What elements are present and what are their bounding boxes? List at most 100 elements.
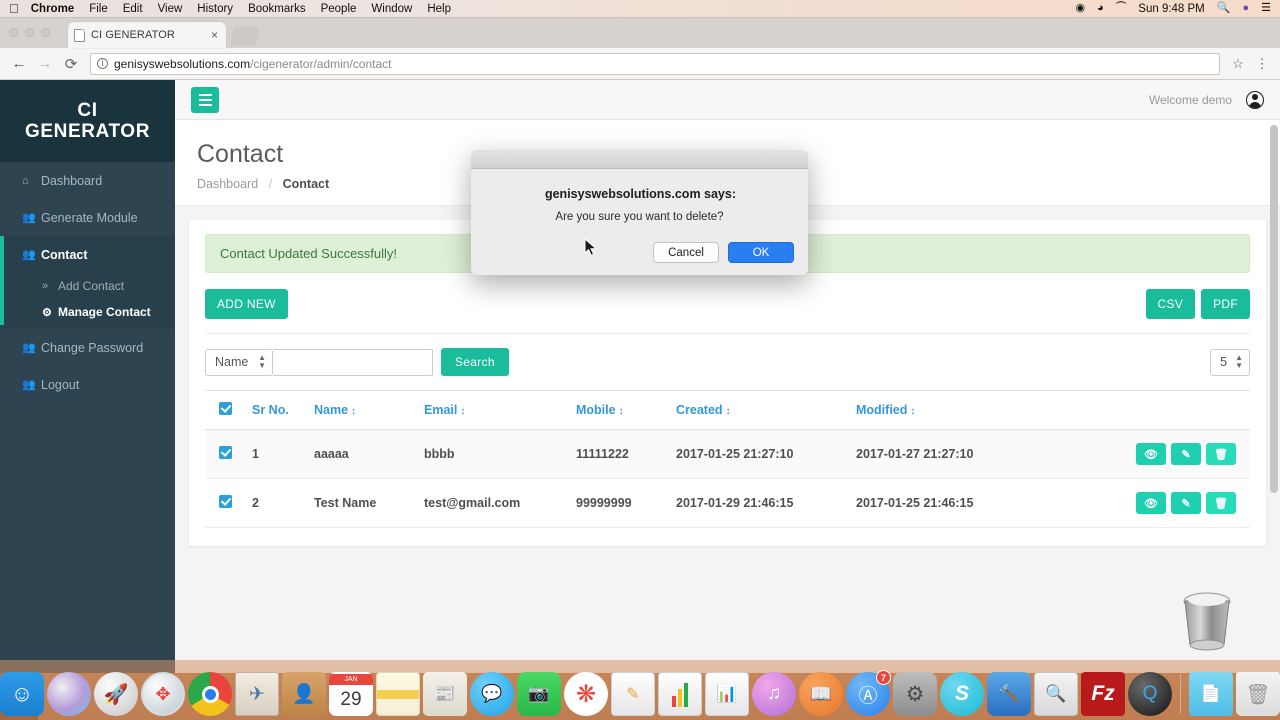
view-button[interactable]: 👁: [1136, 492, 1166, 514]
dock-item-filezilla[interactable]: Fz: [1081, 672, 1125, 716]
sort-icon[interactable]: ↕: [460, 406, 465, 417]
search-button[interactable]: Search: [441, 348, 509, 376]
dock-item-safari[interactable]: ✥: [141, 672, 185, 716]
menu-item-history[interactable]: History: [197, 3, 233, 15]
dock-item-chrome[interactable]: [188, 672, 232, 716]
menu-bar-clock[interactable]: Sun 9:48 PM: [1138, 3, 1204, 15]
ok-button[interactable]: OK: [728, 242, 794, 263]
menu-item-file[interactable]: File: [89, 3, 108, 15]
user-avatar-icon[interactable]: [1246, 90, 1264, 109]
delete-button[interactable]: 🗑: [1206, 492, 1236, 514]
table-row[interactable]: 1 aaaaa bbbb 11111222 2017-01-25 21:27:1…: [205, 429, 1250, 479]
column-header-name[interactable]: Name ↕: [304, 390, 414, 430]
filter-field-select[interactable]: Name ▲ ▼: [205, 348, 273, 376]
per-page-select[interactable]: 5 ▲ ▼: [1210, 348, 1250, 376]
view-button[interactable]: 👁: [1136, 443, 1166, 465]
dock-item-messages[interactable]: 💬: [470, 672, 514, 716]
site-info-icon[interactable]: i: [97, 58, 108, 69]
close-tab-button[interactable]: ×: [209, 28, 220, 42]
bookmark-star-icon[interactable]: ☆: [1226, 56, 1250, 72]
dock-item-downloads-stack[interactable]: 📄: [1189, 672, 1233, 716]
dock-item-siri[interactable]: [47, 672, 91, 716]
row-checkbox[interactable]: [219, 495, 232, 508]
reload-button[interactable]: ⟳: [58, 55, 84, 73]
dock-item-app-store[interactable]: Ⓐ 7: [846, 670, 891, 716]
apple-icon[interactable]: : [9, 2, 19, 15]
menu-item-help[interactable]: Help: [427, 3, 451, 15]
search-input[interactable]: [273, 348, 433, 376]
dock-item-calendar[interactable]: JAN 29: [329, 672, 373, 716]
page-scrollbar[interactable]: [1270, 125, 1278, 493]
menu-item-edit[interactable]: Edit: [123, 3, 143, 15]
column-header-mobile[interactable]: Mobile ↕: [566, 390, 666, 430]
sidebar-item-dashboard[interactable]: ⌂ Dashboard: [0, 162, 175, 199]
delete-button[interactable]: 🗑: [1206, 443, 1236, 465]
dock-item-itunes[interactable]: ♫: [752, 672, 796, 716]
search-icon[interactable]: 🔍: [1217, 3, 1231, 14]
eject-icon[interactable]: ⏜: [1116, 3, 1127, 14]
minimize-window-button[interactable]: [25, 28, 34, 37]
dock-item-preview[interactable]: 🔍: [1034, 672, 1078, 716]
dock-item-system-preferences[interactable]: ⚙: [893, 672, 937, 716]
table-row[interactable]: 2 Test Name test@gmail.com 99999999 2017…: [205, 478, 1250, 528]
dock-item-photos[interactable]: ❋: [564, 672, 608, 716]
sidebar-item-contact[interactable]: 👥 Contact: [0, 236, 175, 273]
edit-button[interactable]: ✎: [1171, 443, 1201, 465]
sidebar-subitem-manage-contact[interactable]: ⚙ Manage Contact: [0, 299, 175, 325]
sidebar-item-change-password[interactable]: 👥 Change Password: [0, 329, 175, 366]
menu-item-window[interactable]: Window: [371, 3, 412, 15]
dock-item-xcode[interactable]: 🔨: [987, 672, 1031, 716]
dock-item-skype[interactable]: S: [940, 672, 984, 716]
address-bar[interactable]: i genisyswebsolutions.com/cigenerator/ad…: [90, 52, 1220, 75]
dock-item-news[interactable]: 📰: [423, 672, 467, 716]
column-header-email[interactable]: Email ↕: [414, 390, 566, 430]
dock-item-numbers[interactable]: [658, 672, 702, 716]
column-header-sr-no[interactable]: Sr No.: [242, 390, 304, 430]
row-checkbox[interactable]: [219, 446, 232, 459]
notification-center-icon[interactable]: ☰: [1261, 3, 1271, 14]
add-new-button[interactable]: ADD NEW: [205, 289, 288, 319]
dock-item-notes[interactable]: [376, 672, 420, 716]
sidebar-toggle-button[interactable]: [191, 86, 219, 113]
dock-item-facetime[interactable]: 📷: [517, 672, 561, 716]
sort-icon[interactable]: ↕: [619, 406, 624, 417]
close-window-button[interactable]: [9, 28, 18, 37]
menu-item-view[interactable]: View: [158, 3, 183, 15]
dock-item-contacts[interactable]: 👤: [282, 672, 326, 716]
menu-item-bookmarks[interactable]: Bookmarks: [248, 3, 306, 15]
sort-icon[interactable]: ↕: [351, 406, 356, 417]
dock-item-launchpad[interactable]: 🚀: [94, 672, 138, 716]
dock-item-quicktime[interactable]: Q: [1128, 672, 1172, 716]
window-traffic-lights[interactable]: [9, 28, 50, 37]
export-csv-button[interactable]: CSV: [1145, 289, 1196, 319]
new-tab-button[interactable]: [229, 26, 261, 46]
breadcrumb-dashboard[interactable]: Dashboard: [197, 177, 258, 191]
browser-tab[interactable]: CI GENERATOR ×: [68, 22, 226, 48]
export-pdf-button[interactable]: PDF: [1201, 289, 1250, 319]
sidebar-item-logout[interactable]: 👥 Logout: [0, 366, 175, 403]
select-all-checkbox[interactable]: [219, 402, 232, 415]
column-header-created[interactable]: Created ↕: [666, 390, 846, 430]
edit-button[interactable]: ✎: [1171, 492, 1201, 514]
record-icon[interactable]: ◉: [1075, 3, 1085, 14]
wifi-icon[interactable]: ◕: [1097, 3, 1104, 14]
javascript-confirm-dialog[interactable]: genisyswebsolutions.com says: Are you su…: [471, 150, 808, 275]
dock-item-trash[interactable]: 🗑: [1236, 672, 1280, 716]
sort-icon[interactable]: ↕: [910, 406, 915, 417]
app-logo[interactable]: CI GENERATOR: [0, 80, 175, 162]
forward-button[interactable]: →: [32, 55, 58, 72]
menu-item-people[interactable]: People: [321, 3, 357, 15]
sidebar-subitem-add-contact[interactable]: » Add Contact: [0, 273, 175, 299]
chrome-menu-icon[interactable]: ⋮: [1250, 56, 1274, 72]
cancel-button[interactable]: Cancel: [653, 242, 719, 263]
maximize-window-button[interactable]: [41, 28, 50, 37]
sort-icon[interactable]: ↕: [726, 406, 731, 417]
back-button[interactable]: ←: [6, 55, 32, 72]
dock-item-finder[interactable]: ☺: [0, 672, 44, 716]
dock-item-ibooks[interactable]: 📖: [799, 672, 843, 716]
dock-item-mail[interactable]: ✈: [235, 672, 279, 716]
dock-item-pages[interactable]: ✎: [611, 672, 655, 716]
siri-icon[interactable]: ●: [1242, 3, 1249, 14]
dock-item-keynote[interactable]: 📊: [705, 672, 749, 716]
menu-item-chrome[interactable]: Chrome: [31, 3, 74, 15]
